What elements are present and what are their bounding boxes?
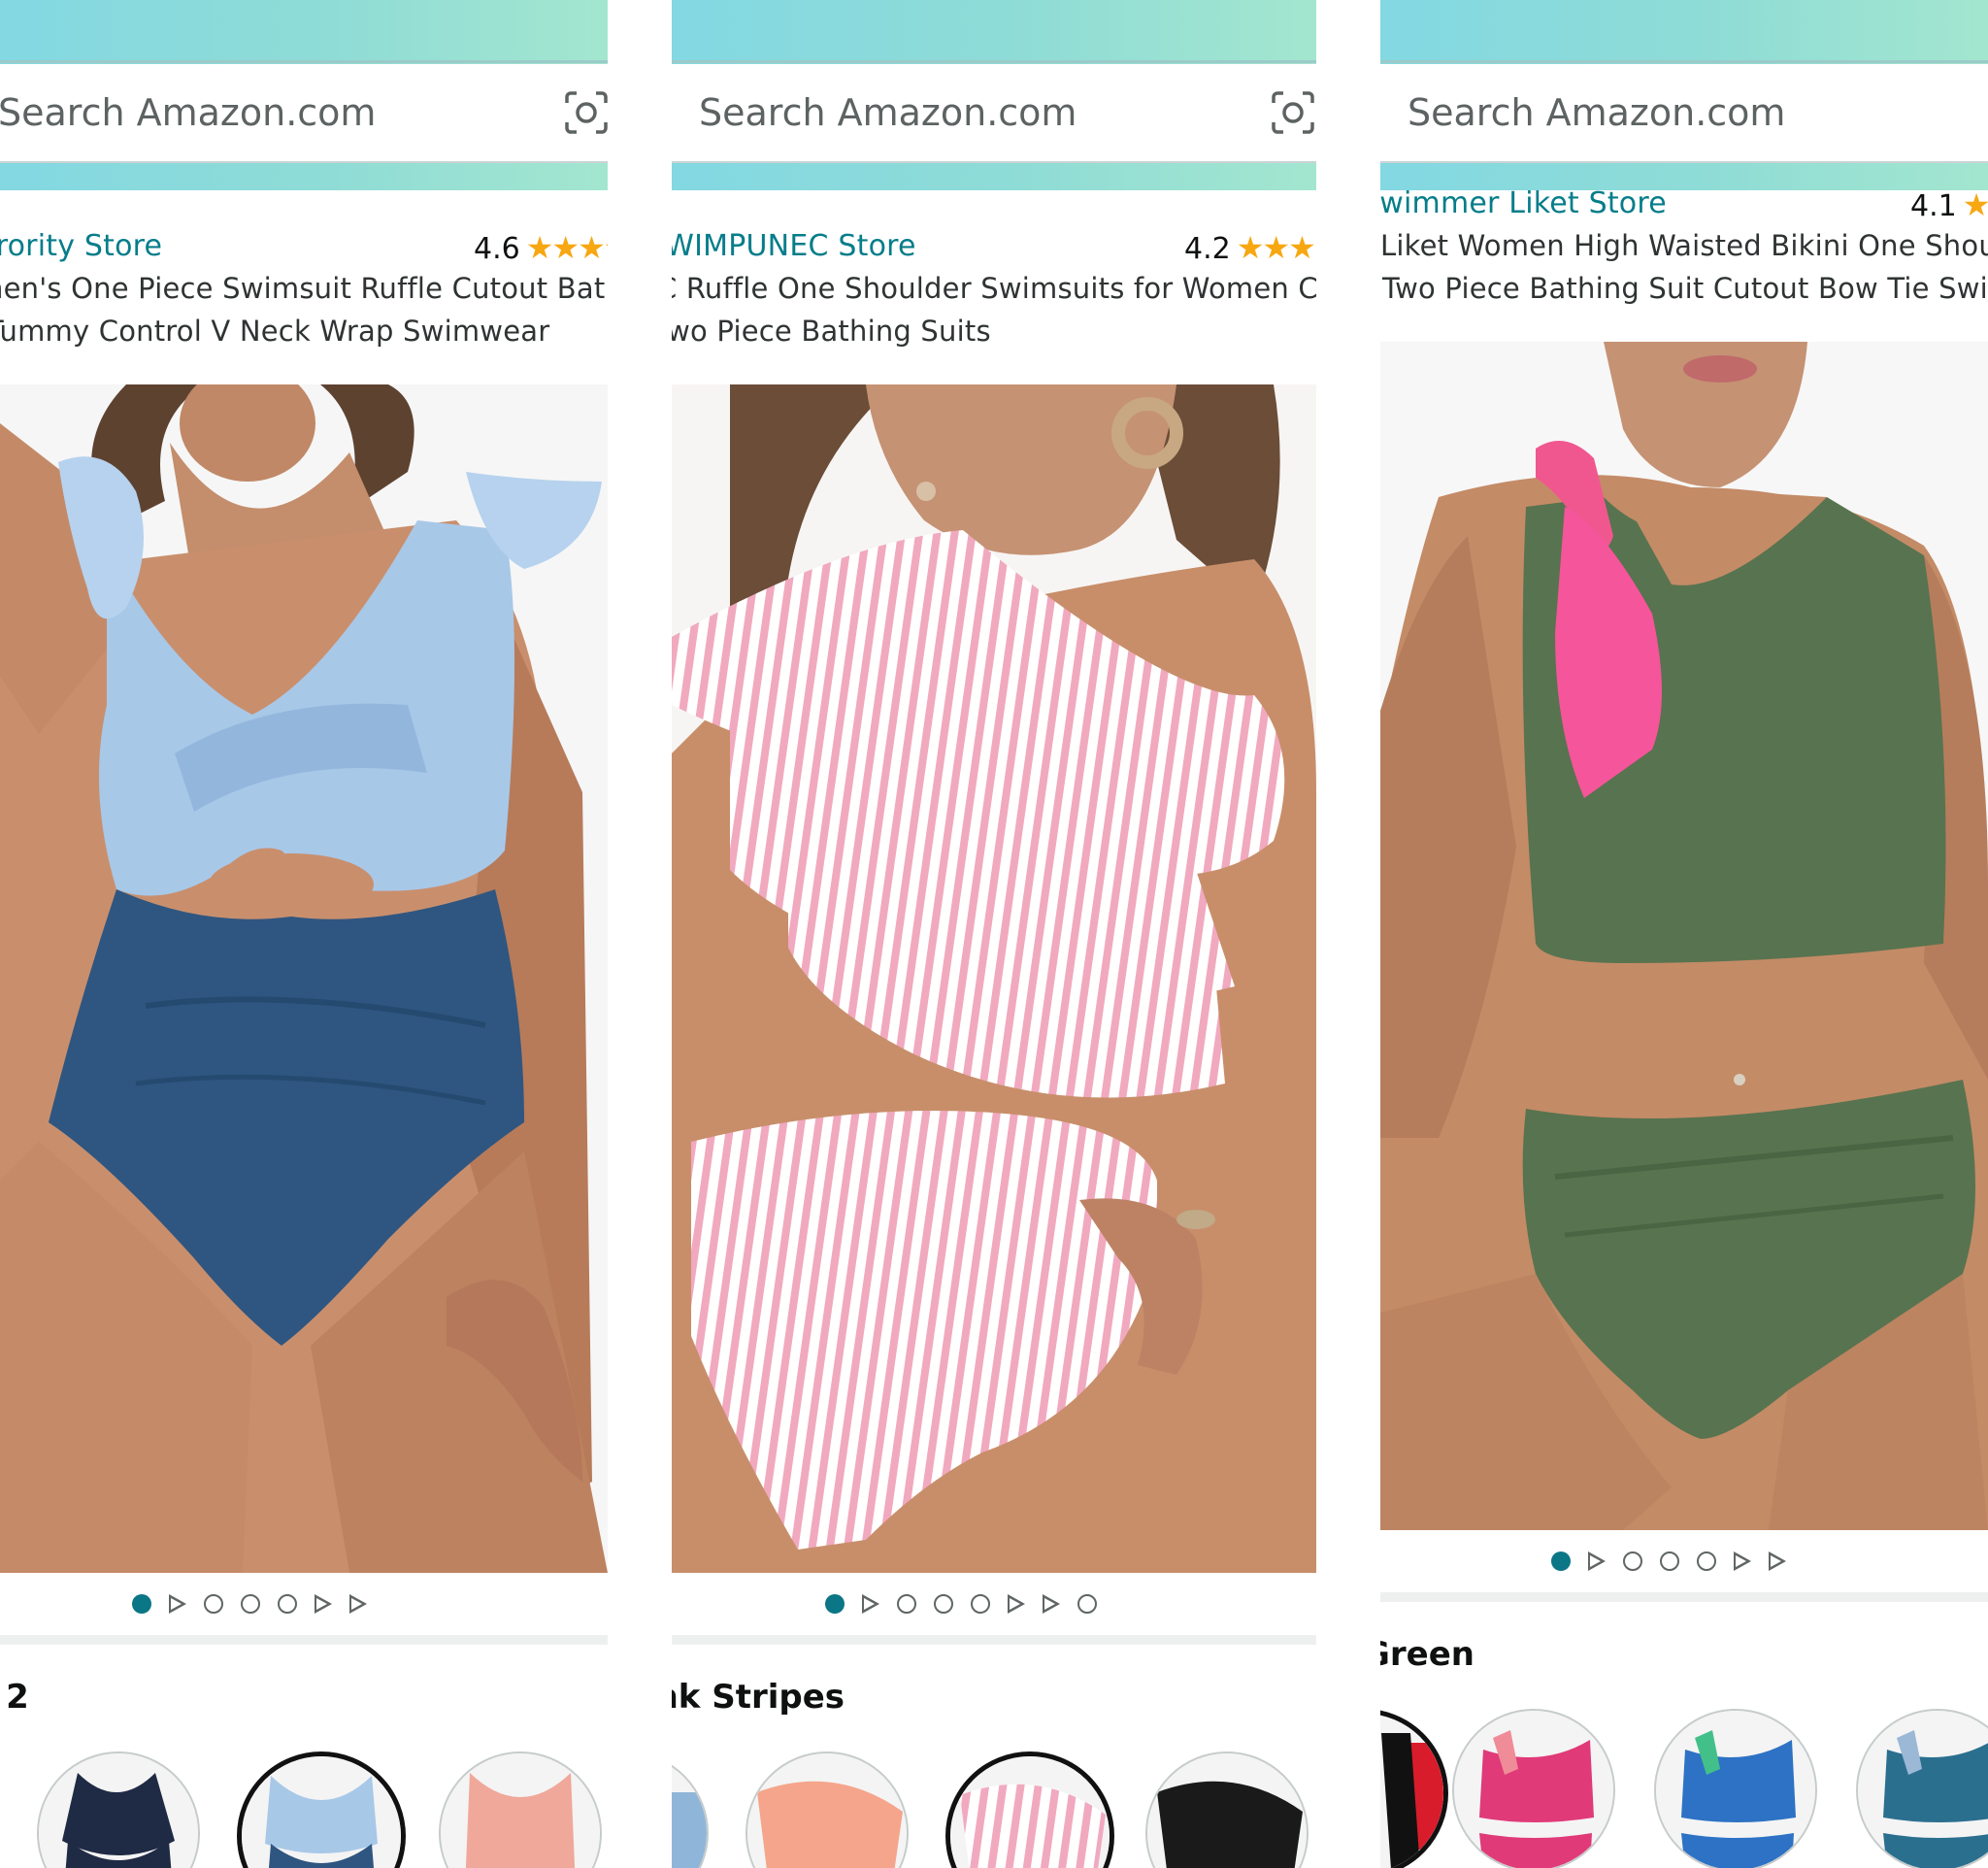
carousel-dot-active[interactable]	[132, 1594, 151, 1614]
video-play-icon[interactable]	[1588, 1551, 1606, 1571]
product-title-line-1[interactable]: SWIMPUNEC Ruffle One Shoulder Swimsuits …	[672, 272, 1316, 305]
carousel-dot-active[interactable]	[825, 1594, 845, 1614]
video-play-icon[interactable]	[349, 1594, 367, 1614]
carousel-dot[interactable]	[1077, 1594, 1097, 1614]
rating-value: 4.6	[474, 232, 520, 266]
status-bar-separator	[0, 60, 608, 63]
search-bar[interactable]	[672, 64, 1316, 163]
video-play-icon[interactable]	[315, 1594, 332, 1614]
carousel-dot[interactable]	[241, 1594, 260, 1614]
color-swatch-blue[interactable]	[672, 1751, 709, 1868]
selected-color-label: Green	[1380, 1635, 1474, 1674]
image-carousel-indicator[interactable]	[825, 1594, 1097, 1614]
rating-value: 4.2	[1184, 232, 1231, 266]
product-panel-1: Ekouaer Sorority Store 4.6★★★★ Women's O…	[0, 0, 608, 1868]
star-rating-icon: ★★★★	[525, 229, 608, 266]
camera-lens-icon[interactable]	[1270, 89, 1316, 136]
video-play-icon[interactable]	[169, 1594, 186, 1614]
product-title-line-2[interactable]: Two Piece Bathing Suit Cutout Bow Tie Sw…	[1382, 272, 1988, 305]
product-title-line-1[interactable]: Women's One Piece Swimsuit Ruffle Cutout…	[0, 272, 608, 305]
product-image[interactable]	[0, 384, 608, 1573]
product-title-line-1[interactable]: Liket Women High Waisted Bikini One Shou…	[1380, 229, 1988, 262]
app-header	[672, 0, 1316, 190]
search-bar[interactable]	[1380, 64, 1988, 163]
color-swatch-teal[interactable]	[1856, 1709, 1988, 1868]
store-link[interactable]: Ekouaer Sorority Store	[0, 229, 162, 263]
section-divider	[672, 1635, 1316, 1645]
selected-color-label: Pink Stripes	[672, 1678, 845, 1717]
carousel-dot[interactable]	[1660, 1551, 1679, 1571]
search-input[interactable]	[1408, 64, 1951, 161]
product-panel-2: SWIMPUNEC Store 4.2★★★★ SWIMPUNEC Ruffle…	[672, 0, 1316, 1868]
color-swatch-coral[interactable]	[746, 1751, 909, 1868]
camera-lens-icon[interactable]	[563, 89, 608, 136]
section-divider	[0, 1635, 608, 1645]
video-play-icon[interactable]	[1734, 1551, 1751, 1571]
status-bar-separator	[1380, 60, 1988, 63]
video-play-icon[interactable]	[1008, 1594, 1025, 1614]
color-swatch-navy[interactable]	[37, 1751, 200, 1868]
carousel-dot[interactable]	[897, 1594, 916, 1614]
product-image[interactable]	[672, 384, 1316, 1573]
color-swatch-black[interactable]	[1145, 1751, 1309, 1868]
rating-value: 4.1	[1910, 189, 1957, 223]
search-bar[interactable]	[0, 64, 608, 163]
star-rating-icon: ★★★★	[1962, 186, 1988, 223]
color-swatch-black-red[interactable]	[1380, 1709, 1448, 1868]
carousel-dot[interactable]	[278, 1594, 297, 1614]
carousel-dot-active[interactable]	[1551, 1551, 1571, 1571]
carousel-dot[interactable]	[934, 1594, 953, 1614]
video-play-icon[interactable]	[862, 1594, 879, 1614]
carousel-dot[interactable]	[971, 1594, 990, 1614]
selected-color-label: Blue Color Block 2	[0, 1678, 29, 1717]
app-header	[0, 0, 608, 190]
carousel-dot[interactable]	[1697, 1551, 1716, 1571]
rating[interactable]: 4.1★★★★	[1910, 186, 1988, 223]
section-divider	[1380, 1592, 1988, 1602]
search-input[interactable]	[699, 64, 1242, 161]
color-swatch-pink-stripes[interactable]	[945, 1751, 1114, 1868]
color-swatch-blue[interactable]	[1654, 1709, 1817, 1868]
star-rating-icon: ★★★★	[1236, 229, 1316, 266]
store-link[interactable]: SWIMPUNEC Store	[672, 229, 916, 263]
color-swatch-hot-pink[interactable]	[1452, 1709, 1615, 1868]
video-play-icon[interactable]	[1043, 1594, 1060, 1614]
rating[interactable]: 4.2★★★★	[1184, 229, 1316, 266]
store-link[interactable]: Swimmer Liket Store	[1380, 186, 1667, 220]
product-panel-3: Swimmer Liket Store 4.1★★★★ Liket Women …	[1380, 0, 1988, 1868]
video-play-icon[interactable]	[1769, 1551, 1786, 1571]
search-input[interactable]	[0, 64, 542, 161]
image-carousel-indicator[interactable]	[132, 1594, 367, 1614]
carousel-dot[interactable]	[1623, 1551, 1642, 1571]
app-header	[1380, 0, 1988, 190]
color-swatch-pink[interactable]	[439, 1751, 602, 1868]
status-bar-separator	[672, 60, 1316, 63]
color-swatch-blue-color-block[interactable]	[237, 1751, 406, 1868]
rating[interactable]: 4.6★★★★	[474, 229, 608, 266]
image-carousel-indicator[interactable]	[1551, 1551, 1786, 1571]
product-title-line-2[interactable]: Tummy Control V Neck Wrap Swimwear	[0, 315, 549, 348]
product-image[interactable]	[1380, 342, 1988, 1530]
product-title-line-2[interactable]: Two Piece Bathing Suits	[672, 315, 991, 348]
carousel-dot[interactable]	[204, 1594, 223, 1614]
